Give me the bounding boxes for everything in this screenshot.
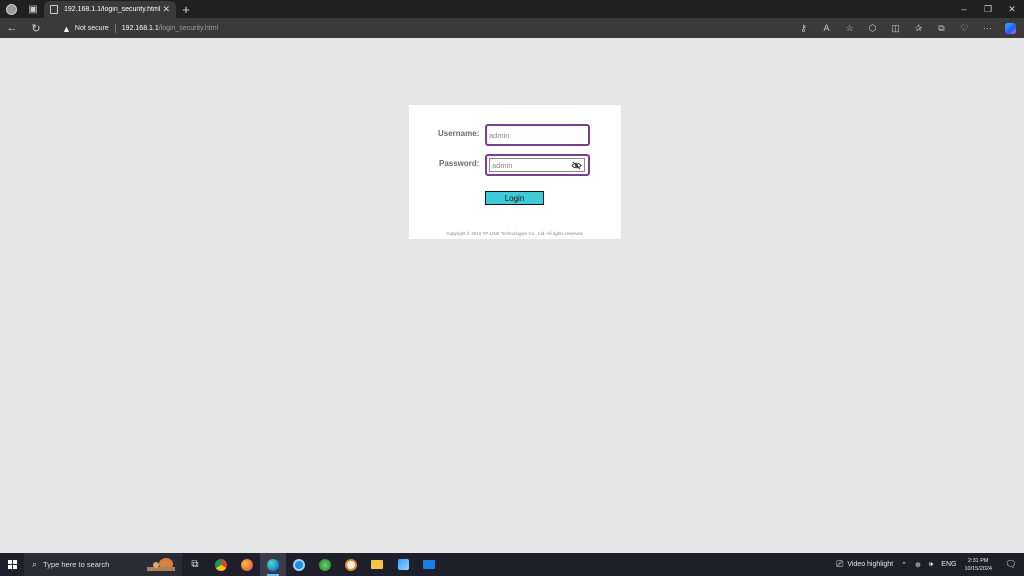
extensions-icon[interactable]: ⬡: [861, 18, 884, 38]
mail-app[interactable]: [416, 553, 442, 576]
warning-icon[interactable]: ▲: [62, 24, 71, 34]
folder-icon: [371, 560, 383, 569]
refresh-button[interactable]: ↻: [24, 18, 48, 38]
address-bar-row: ← ↻ ▲ Not secure 192.168.1.1 /login_secu…: [0, 18, 1024, 38]
edge-icon: [267, 558, 279, 571]
window-controls: – ❐ ✕: [952, 0, 1024, 18]
chrome-app[interactable]: [208, 553, 234, 576]
address-bar[interactable]: ▲ Not secure 192.168.1.1 /login_security…: [56, 21, 776, 36]
search-highlight-icon: [147, 558, 175, 571]
copilot-button[interactable]: [999, 18, 1022, 38]
profile-icon: [5, 3, 17, 15]
network-globe-icon: [319, 558, 331, 571]
network-status[interactable]: ⊕: [915, 561, 921, 569]
password-field-wrapper: [485, 154, 590, 176]
globe-icon: ⊕: [915, 561, 921, 569]
username-field-wrapper: [485, 124, 590, 146]
toolbar-buttons: ⚷ A ☆ ⬡ ◫ ✰ ⧉ ♡ ···: [792, 18, 1022, 38]
search-icon: ⌕: [32, 559, 38, 569]
close-window-button[interactable]: ✕: [1000, 0, 1024, 18]
hide-password-icon[interactable]: [571, 160, 582, 171]
app-circle-icon: [345, 558, 357, 571]
refresh-icon: ↻: [31, 22, 41, 35]
video-highlight-icon: ⎚: [836, 559, 844, 569]
password-field: [489, 158, 585, 172]
collections-icon[interactable]: ⧉: [930, 18, 953, 38]
ie-app[interactable]: [286, 553, 312, 576]
username-label: Username:: [438, 129, 480, 138]
divider: [114, 24, 116, 33]
notifications-icon[interactable]: 🗨: [1002, 559, 1020, 570]
page-viewport: Username: Password: Login Copyright © 20…: [0, 38, 1024, 553]
store-icon: [397, 559, 409, 570]
new-tab-button[interactable]: +: [179, 0, 193, 18]
profile-button[interactable]: [0, 0, 22, 18]
tab-title: 192.168.1.1/login_security.html: [64, 6, 161, 13]
taskbar: ⌕ Type here to search ⧉ ⎚ Video highligh…: [0, 553, 1024, 576]
copyright-text: Copyright © 2016 TP-LINK Technologies Co…: [446, 231, 584, 236]
task-view-button[interactable]: ⧉: [182, 553, 208, 576]
split-screen-icon[interactable]: ◫: [884, 18, 907, 38]
browser-essentials-icon[interactable]: ♡: [953, 18, 976, 38]
favorite-star-icon[interactable]: ☆: [838, 18, 861, 38]
network-app[interactable]: [312, 553, 338, 576]
search-placeholder: Type here to search: [43, 560, 110, 569]
video-highlight-button[interactable]: ⎚ Video highlight: [836, 559, 893, 570]
windows-logo-icon: [7, 560, 17, 569]
read-aloud-icon[interactable]: A: [815, 18, 838, 38]
copilot-icon: [1005, 22, 1016, 34]
chevron-up-icon: ⌃: [901, 561, 907, 569]
mail-icon: [423, 560, 435, 569]
start-button[interactable]: [0, 553, 24, 576]
key-icon[interactable]: ⚷: [792, 18, 815, 38]
tab-actions-button[interactable]: ▣: [22, 0, 44, 18]
firefox-icon: [241, 558, 253, 571]
active-tab[interactable]: 192.168.1.1/login_security.html ✕: [44, 1, 176, 18]
file-explorer-app[interactable]: [364, 553, 390, 576]
volume-button[interactable]: 🕪: [929, 561, 933, 569]
not-secure-label[interactable]: Not secure: [75, 25, 109, 32]
password-input[interactable]: [490, 158, 570, 172]
edge-app[interactable]: [260, 553, 286, 576]
clock[interactable]: 2:31 PM 10/15/2024: [964, 557, 992, 573]
taskbar-search[interactable]: ⌕ Type here to search: [24, 553, 182, 576]
chrome-icon: [215, 558, 227, 571]
username-input[interactable]: [487, 128, 588, 142]
login-button[interactable]: Login: [485, 191, 544, 205]
restore-button[interactable]: ❐: [976, 0, 1000, 18]
speaker-icon: 🕪: [928, 560, 934, 568]
more-menu-icon[interactable]: ···: [976, 18, 999, 38]
tab-strip: ▣ 192.168.1.1/login_security.html ✕ + – …: [0, 0, 1024, 18]
task-view-icon: ⧉: [191, 559, 199, 570]
video-highlight-label: Video highlight: [847, 561, 894, 568]
internet-explorer-icon: [293, 558, 305, 571]
date-text: 10/15/2024: [964, 565, 992, 572]
system-tray: ⎚ Video highlight ⌃ ⊕ 🕪 ENG 2:31 PM 10/1…: [836, 553, 1024, 576]
favorites-icon[interactable]: ✰: [907, 18, 930, 38]
url-path[interactable]: /login_security.html: [159, 25, 218, 32]
login-panel: Username: Password: Login Copyright © 20…: [409, 105, 621, 239]
tab-actions-icon: ▣: [28, 3, 38, 15]
show-hidden-icons-button[interactable]: ⌃: [901, 561, 907, 569]
app-shortcut[interactable]: [338, 553, 364, 576]
firefox-app[interactable]: [234, 553, 260, 576]
page-icon: [50, 5, 58, 14]
url-host[interactable]: 192.168.1.1: [122, 25, 159, 32]
time-text: 2:31 PM: [967, 557, 989, 564]
password-label: Password:: [439, 159, 480, 168]
language-indicator[interactable]: ENG: [941, 561, 956, 568]
back-button[interactable]: ←: [0, 18, 24, 38]
back-arrow-icon: ←: [6, 22, 18, 34]
store-app[interactable]: [390, 553, 416, 576]
minimize-button[interactable]: –: [952, 0, 976, 18]
close-tab-icon[interactable]: ✕: [162, 4, 170, 15]
